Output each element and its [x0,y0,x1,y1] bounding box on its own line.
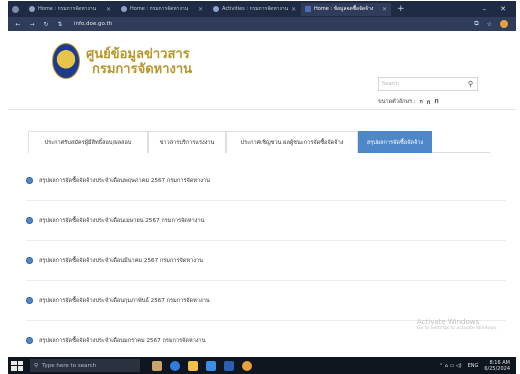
minimize-button[interactable]: – [483,5,487,13]
browser-tab[interactable]: Home : กรมการจัดหางาน ✕ [117,3,207,16]
tab-exam-announcements[interactable]: ประกาศรับสมัครผู้มีสิทธิ์สอบ/ผลสอบ [28,131,148,153]
category-tabs: ประกาศรับสมัครผู้มีสิทธิ์สอบ/ผลสอบ ข่าวส… [28,131,490,153]
browser-tab[interactable]: Home : กรมการจัดหางาน ✕ [25,3,115,16]
favicon-icon [29,6,35,12]
list-item-link[interactable]: สรุปผลการจัดซื้อจัดจ้างประจำเดือนพฤษภาคม… [39,177,210,185]
bookmark-star-icon[interactable]: ☆ [487,21,492,28]
tab-label: Home : กรมการจัดหางาน [130,6,189,12]
font-size-small[interactable]: ก [420,98,423,106]
browser-tab-bar: Home : กรมการจัดหางาน ✕ Home : กรมการจัด… [8,1,516,17]
edge-icon[interactable] [170,360,180,371]
tab-label: Home : ข้อมูลจดซื้อจัดจ้าง [314,6,374,12]
file-explorer-icon[interactable] [188,360,198,371]
site-title-line2: กรมการจัดหางาน [92,62,193,77]
list-item-link[interactable]: สรุปผลการจัดซื้อจัดจ้างประจำเดือนเมษายน … [39,217,204,225]
search-icon[interactable]: ⚲ [468,80,473,88]
clock-date: 6/25/2024 [484,365,510,372]
back-icon[interactable]: ← [14,21,22,28]
list-item[interactable]: สรุปผลการจัดซื้อจัดจ้างประจำเดือนเมษายน … [26,201,506,241]
close-tab-icon[interactable]: ✕ [291,6,296,13]
tab-labor-news[interactable]: ข่าวสารบริการแรงงาน [148,131,226,153]
list-item-link[interactable]: สรุปผลการจัดซื้อจัดจ้างประจำเดือนมีนาคม … [39,257,203,265]
taskbar-clock[interactable]: 8:16 AM 6/25/2024 [484,360,510,372]
bullet-icon [26,257,33,264]
list-item[interactable]: สรุปผลการจัดซื้อจัดจ้างประจำเดือนมีนาคม … [26,241,506,281]
bullet-icon [26,297,33,304]
tray-icons[interactable]: ⌃ ⌂ ▭ ◁) [439,363,462,369]
word-icon[interactable] [224,360,234,371]
windows-taskbar: ⚲ Type here to search ⌃ ⌂ ▭ ◁) ENG 8:16 … [8,357,516,374]
taskbar-search-input[interactable]: Type here to search [42,363,96,369]
close-window-button[interactable]: ✕ [500,5,506,13]
list-item-link[interactable]: สรุปผลการจัดซื้อจัดจ้างประจำเดือนมกราคม … [39,337,206,345]
favicon-icon [121,6,127,12]
font-size-large[interactable]: ก [434,96,438,107]
activate-windows-watermark: Activate Windows Go to Settings to activ… [417,318,498,331]
profile-icon[interactable] [500,20,508,28]
list-item[interactable]: สรุปผลการจัดซื้อจัดจ้างประจำเดือนกุมภาพั… [26,281,506,321]
list-item-link[interactable]: สรุปผลการจัดซื้อจัดจ้างประจำเดือนกุมภาพั… [39,297,210,305]
tab-procurement-invitations[interactable]: ประกาศเชิญชวน ผลผู้ชนะการจัดซื้อจัดจ้าง [226,131,358,153]
search-input[interactable]: Search [382,81,399,87]
tab-procurement-summary[interactable]: สรุปผลการจัดซื้อจัดจ้าง [358,131,432,153]
close-tab-icon[interactable]: ✕ [106,6,111,13]
input-language[interactable]: ENG [468,363,479,369]
department-logo [52,43,80,79]
taskbar-search[interactable]: ⚲ Type here to search [30,359,140,372]
browser-tab-active[interactable]: Home : ข้อมูลจดซื้อจัดจ้าง ✕ [301,2,391,16]
forward-icon[interactable]: → [28,21,36,28]
browser-toolbar: ← → ↻ ⇅ info.doe.go.th ⧉ ☆ [8,17,516,31]
font-size-control: ขนาดตัวอักษร : ก ก ก [378,96,439,107]
system-tray: ⌃ ⌂ ▭ ◁) ENG 8:16 AM 6/25/2024 [439,360,516,372]
header-divider [8,109,516,110]
site-title-line1: ศูนย์ข้อมูลข่าวสาร [86,47,190,62]
address-bar[interactable]: info.doe.go.th [74,21,112,27]
bullet-icon [26,217,33,224]
new-tab-button[interactable]: + [397,4,405,14]
bullet-icon [26,337,33,344]
font-size-label: ขนาดตัวอักษร : [378,98,416,105]
web-page: ศูนย์ข้อมูลข่าวสาร กรมการจัดหางาน Search… [8,31,516,361]
site-info-icon[interactable]: ⇅ [56,21,64,28]
browser-menu-icon[interactable] [12,5,19,13]
list-item[interactable]: สรุปผลการจัดซื้อจัดจ้างประจำเดือนพฤษภาคม… [26,161,506,201]
browser-tab[interactable]: Activities : กรมการจัดหางาน ✕ [209,3,299,16]
close-tab-icon[interactable]: ✕ [382,6,387,13]
chrome-icon[interactable] [242,360,252,371]
search-icon: ⚲ [34,362,39,369]
site-brand[interactable]: ศูนย์ข้อมูลข่าวสาร กรมการจัดหางาน [86,47,192,77]
favicon-icon [305,6,311,12]
font-size-medium[interactable]: ก [427,97,431,107]
task-view-icon[interactable] [152,360,162,371]
watermark-title: Activate Windows [417,318,480,326]
reload-icon[interactable]: ↻ [42,21,50,28]
watermark-subtitle: Go to Settings to activate Windows. [417,326,498,331]
tab-label: Home : กรมการจัดหางาน [38,6,97,12]
store-icon[interactable] [206,360,216,371]
windows-start-icon[interactable] [10,360,24,372]
screenshot: Home : กรมการจัดหางาน ✕ Home : กรมการจัด… [0,0,520,374]
install-icon[interactable]: ⧉ [474,20,478,28]
close-tab-icon[interactable]: ✕ [198,6,203,13]
procurement-summary-list: สรุปผลการจัดซื้อจัดจ้างประจำเดือนพฤษภาคม… [26,161,506,361]
search-box[interactable]: Search ⚲ [378,77,478,91]
favicon-icon [213,6,219,12]
tab-label: Activities : กรมการจัดหางาน [222,6,289,12]
bullet-icon [26,177,33,184]
